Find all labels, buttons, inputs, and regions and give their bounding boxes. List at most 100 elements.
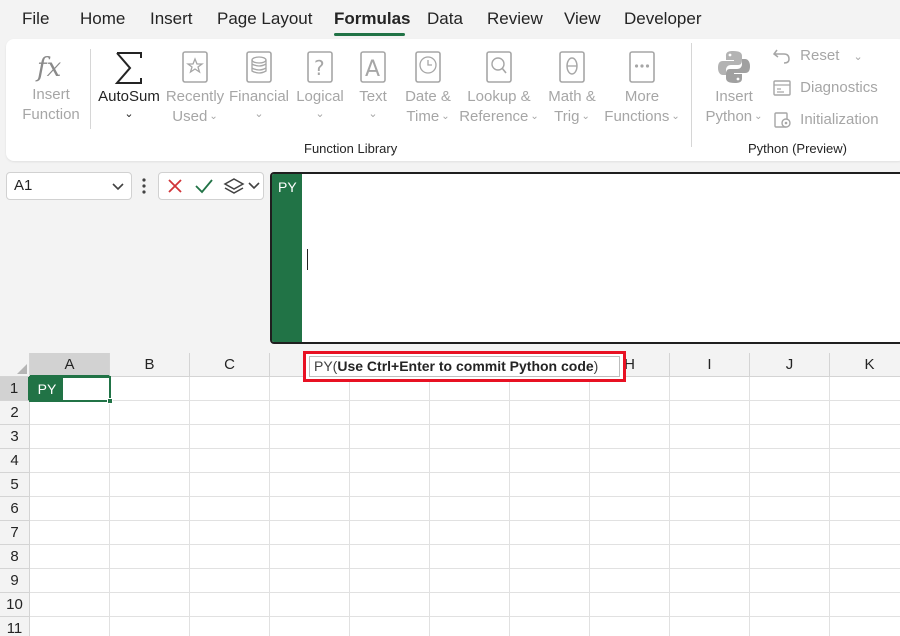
cell-b2[interactable] <box>110 401 190 425</box>
cell-j7[interactable] <box>750 521 830 545</box>
cell-b6[interactable] <box>110 497 190 521</box>
cell-i4[interactable] <box>670 449 750 473</box>
cell-e3[interactable] <box>350 425 430 449</box>
cell-b7[interactable] <box>110 521 190 545</box>
autosum-button[interactable]: AutoSum ⌄ <box>96 49 162 121</box>
cell-c7[interactable] <box>190 521 270 545</box>
diagnostics-button[interactable]: Diagnostics <box>772 79 878 97</box>
chevron-down-icon[interactable] <box>111 179 125 193</box>
cell-i8[interactable] <box>670 545 750 569</box>
cell-j3[interactable] <box>750 425 830 449</box>
cell-k9[interactable] <box>830 569 900 593</box>
row-header-10[interactable]: 10 <box>0 593 30 617</box>
column-header-i[interactable]: I <box>670 353 750 377</box>
cell-f8[interactable] <box>430 545 510 569</box>
more-options-icon[interactable] <box>140 176 148 196</box>
cell-a5[interactable] <box>30 473 110 497</box>
tab-home[interactable]: Home <box>80 9 125 29</box>
row-header-3[interactable]: 3 <box>0 425 30 449</box>
cancel-icon[interactable] <box>166 177 184 195</box>
layers-icon[interactable] <box>223 177 245 197</box>
row-header-7[interactable]: 7 <box>0 521 30 545</box>
cell-h2[interactable] <box>590 401 670 425</box>
cell-f7[interactable] <box>430 521 510 545</box>
cell-f11[interactable] <box>430 617 510 636</box>
enter-check-icon[interactable] <box>194 177 214 195</box>
tab-insert[interactable]: Insert <box>150 9 193 29</box>
cell-g5[interactable] <box>510 473 590 497</box>
python-formula-editor[interactable]: PY <box>270 172 900 344</box>
recently-used-button[interactable]: Recently Used ⌄ <box>164 49 226 127</box>
tab-formulas[interactable]: Formulas <box>334 9 411 29</box>
cell-b10[interactable] <box>110 593 190 617</box>
cell-i2[interactable] <box>670 401 750 425</box>
cell-a2[interactable] <box>30 401 110 425</box>
cell-e2[interactable] <box>350 401 430 425</box>
row-header-11[interactable]: 11 <box>0 617 30 636</box>
cell-a8[interactable] <box>30 545 110 569</box>
name-box[interactable]: A1 <box>6 172 132 200</box>
cell-d10[interactable] <box>270 593 350 617</box>
cell-i3[interactable] <box>670 425 750 449</box>
tab-file[interactable]: File <box>22 9 49 29</box>
cell-f6[interactable] <box>430 497 510 521</box>
cell-h10[interactable] <box>590 593 670 617</box>
cell-i10[interactable] <box>670 593 750 617</box>
column-header-b[interactable]: B <box>110 353 190 377</box>
cell-h11[interactable] <box>590 617 670 636</box>
cell-g8[interactable] <box>510 545 590 569</box>
cell-d3[interactable] <box>270 425 350 449</box>
cell-j2[interactable] <box>750 401 830 425</box>
cell-e9[interactable] <box>350 569 430 593</box>
cell-j11[interactable] <box>750 617 830 636</box>
row-header-5[interactable]: 5 <box>0 473 30 497</box>
cell-d6[interactable] <box>270 497 350 521</box>
cell-e5[interactable] <box>350 473 430 497</box>
math-trig-button[interactable]: Math & Trig ⌄ <box>542 49 602 127</box>
initialization-button[interactable]: Initialization <box>772 111 879 129</box>
cell-a3[interactable] <box>30 425 110 449</box>
cell-a6[interactable] <box>30 497 110 521</box>
cell-i9[interactable] <box>670 569 750 593</box>
cell-j9[interactable] <box>750 569 830 593</box>
row-header-8[interactable]: 8 <box>0 545 30 569</box>
cell-g2[interactable] <box>510 401 590 425</box>
cell-g4[interactable] <box>510 449 590 473</box>
cell-g7[interactable] <box>510 521 590 545</box>
row-header-6[interactable]: 6 <box>0 497 30 521</box>
cell-c9[interactable] <box>190 569 270 593</box>
insert-function-button[interactable]: fx Insert Function <box>16 49 86 125</box>
cell-e6[interactable] <box>350 497 430 521</box>
cell-b11[interactable] <box>110 617 190 636</box>
cell-f5[interactable] <box>430 473 510 497</box>
cell-a4[interactable] <box>30 449 110 473</box>
cell-e10[interactable] <box>350 593 430 617</box>
financial-button[interactable]: Financial ⌄ <box>228 49 290 121</box>
cell-j10[interactable] <box>750 593 830 617</box>
cell-c6[interactable] <box>190 497 270 521</box>
cell-k3[interactable] <box>830 425 900 449</box>
cell-c4[interactable] <box>190 449 270 473</box>
cell-k11[interactable] <box>830 617 900 636</box>
tab-data[interactable]: Data <box>427 9 463 29</box>
insert-python-button[interactable]: Insert Python ⌄ <box>700 47 768 127</box>
cell-j4[interactable] <box>750 449 830 473</box>
cell-d2[interactable] <box>270 401 350 425</box>
cell-j8[interactable] <box>750 545 830 569</box>
cell-i5[interactable] <box>670 473 750 497</box>
chevron-down-icon[interactable] <box>247 180 261 192</box>
cell-d5[interactable] <box>270 473 350 497</box>
cell-a10[interactable] <box>30 593 110 617</box>
cell-b9[interactable] <box>110 569 190 593</box>
cell-e11[interactable] <box>350 617 430 636</box>
cell-c11[interactable] <box>190 617 270 636</box>
cell-k4[interactable] <box>830 449 900 473</box>
cell-i6[interactable] <box>670 497 750 521</box>
row-header-2[interactable]: 2 <box>0 401 30 425</box>
cell-i1[interactable] <box>670 377 750 401</box>
cell-f10[interactable] <box>430 593 510 617</box>
tab-view[interactable]: View <box>564 9 601 29</box>
cell-k8[interactable] <box>830 545 900 569</box>
cell-k10[interactable] <box>830 593 900 617</box>
cell-a7[interactable] <box>30 521 110 545</box>
